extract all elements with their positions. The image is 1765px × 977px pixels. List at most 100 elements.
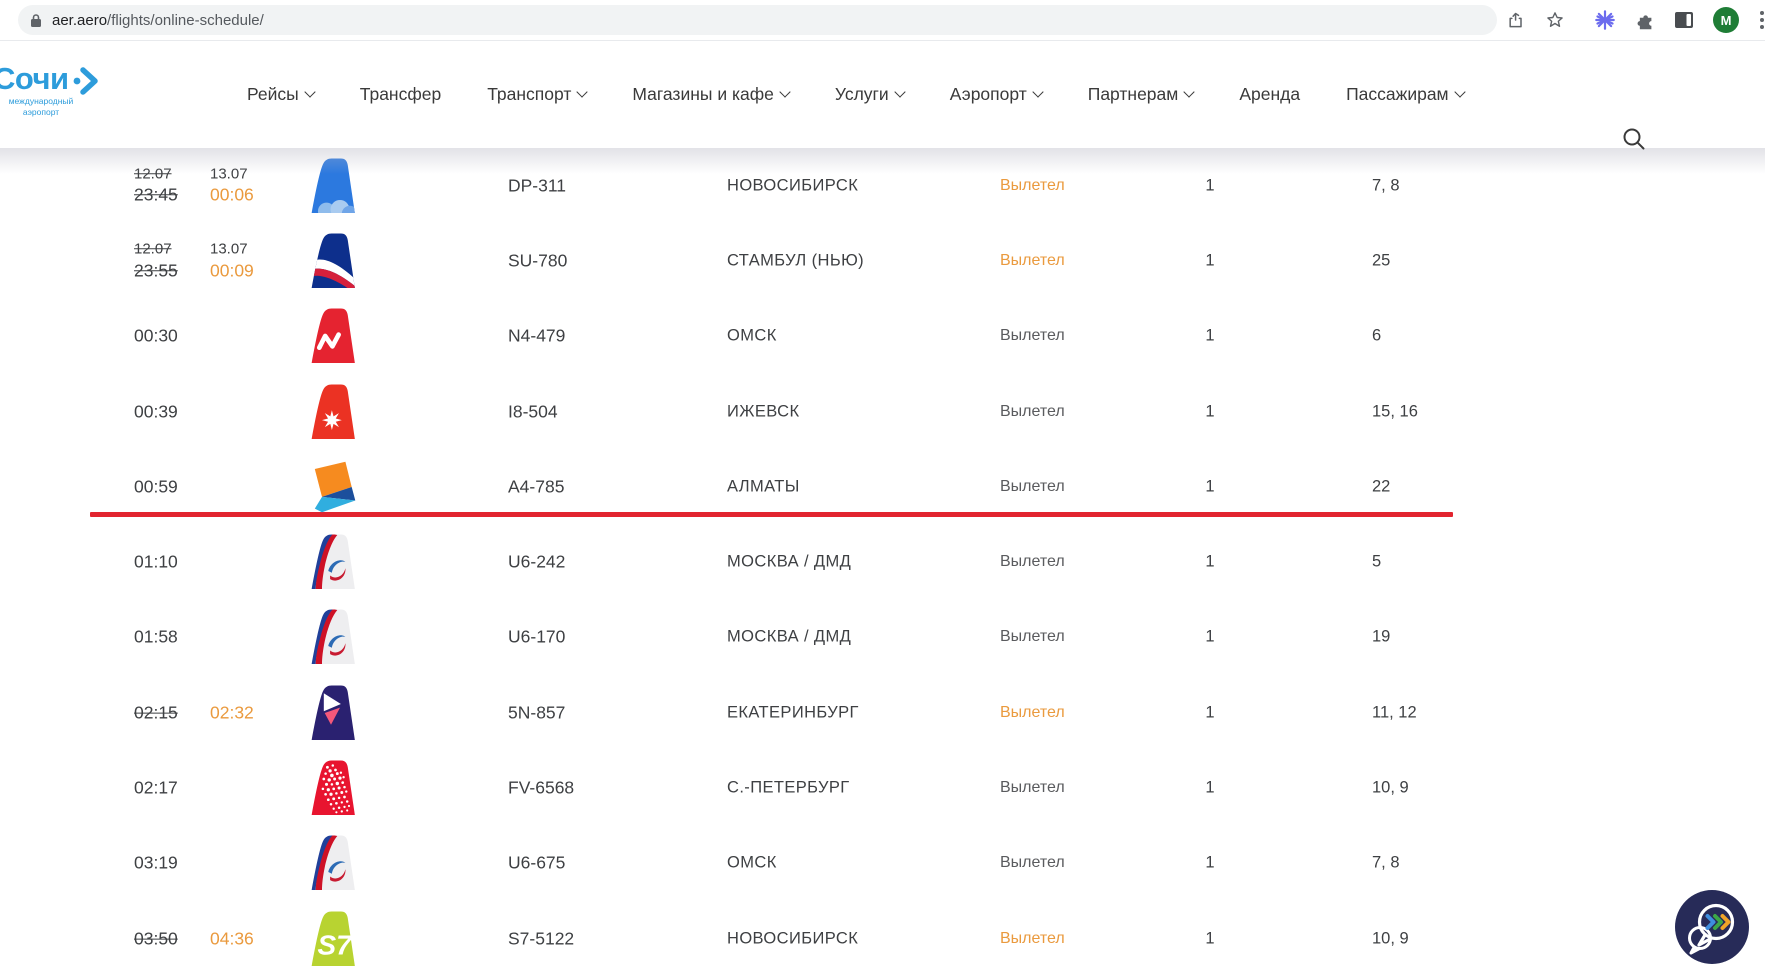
chat-bubbles-icon bbox=[1675, 890, 1749, 964]
flight-row[interactable]: 00:39 I8-504 ИЖЕВСК Вылетел 1 15, 16 bbox=[0, 374, 1765, 449]
flight-row[interactable]: 02:15 02:32 5N-857 ЕКАТЕРИНБУРГ Вылетел … bbox=[0, 675, 1765, 750]
nav-item-airport[interactable]: Аэропорт bbox=[949, 84, 1044, 105]
destination: ОМСК bbox=[727, 853, 777, 872]
flight-row[interactable]: 01:58 U6-170 МОСКВА / ДМД Вылетел 1 19 bbox=[0, 600, 1765, 675]
flight-status: Вылетел bbox=[1000, 327, 1065, 345]
search-icon[interactable] bbox=[1621, 126, 1647, 152]
flight-number: DP-311 bbox=[508, 175, 567, 196]
destination: МОСКВА / ДМД bbox=[727, 552, 852, 571]
logo-title: Сочи bbox=[0, 61, 69, 96]
chevron-down-icon bbox=[1183, 86, 1195, 98]
flight-status: Вылетел bbox=[1000, 251, 1065, 269]
avatar-letter: M bbox=[1720, 12, 1732, 28]
destination: СТАМБУЛ (НЬЮ) bbox=[727, 251, 865, 270]
pobeda-tail-icon bbox=[304, 155, 358, 217]
destination: ЕКАТЕРИНБУРГ bbox=[727, 703, 859, 722]
bookmark-star-icon[interactable] bbox=[1543, 8, 1567, 32]
extension-snowflake-icon[interactable] bbox=[1593, 8, 1617, 32]
lock-icon bbox=[31, 13, 41, 27]
scheduled-time: 03:19 bbox=[134, 852, 178, 873]
flight-row[interactable]: 00:30 N4-479 ОМСК Вылетел 1 6 bbox=[0, 299, 1765, 374]
scheduled-time: 00:30 bbox=[134, 325, 178, 346]
flight-status: Вылетел bbox=[1000, 402, 1065, 420]
scheduled-time: 01:10 bbox=[134, 551, 178, 572]
flight-row[interactable]: 03:50 04:36 S7 S7-5122 НОВОСИБИРСК Вылет… bbox=[0, 901, 1765, 976]
browser-menu-dots-icon[interactable] bbox=[1750, 8, 1765, 32]
smartavia-tail-icon bbox=[304, 682, 358, 744]
scheduled-time: 02:17 bbox=[134, 777, 178, 798]
chevron-down-icon bbox=[576, 86, 589, 98]
flight-status: Вылетел bbox=[1000, 628, 1065, 646]
nordwind-tail-icon bbox=[304, 305, 358, 367]
flight-row[interactable]: 03:19 U6-675 ОМСК Вылетел 1 7, 8 bbox=[0, 826, 1765, 901]
nav-item-partners[interactable]: Партнерам bbox=[1088, 84, 1195, 105]
chevron-down-icon bbox=[1453, 86, 1466, 98]
browser-toolbar: aer.aero/flights/online-schedule/ M bbox=[0, 0, 1765, 41]
nav-item-transfer[interactable]: Трансфер bbox=[360, 84, 441, 105]
aeroflot-tail-icon bbox=[304, 230, 358, 292]
gates: 11, 12 bbox=[1372, 703, 1417, 722]
flight-number: 5N-857 bbox=[508, 702, 566, 723]
nav-item-label: Аренда bbox=[1239, 84, 1301, 104]
share-icon[interactable] bbox=[1504, 8, 1528, 32]
gates: 5 bbox=[1372, 552, 1382, 571]
scheduled-time: 00:59 bbox=[134, 476, 178, 497]
nav-item-label: Аэропорт bbox=[949, 84, 1027, 104]
flight-row[interactable]: 12.07 23:45 13.07 00:06 DP-311 НОВОСИБИР… bbox=[0, 148, 1765, 223]
scheduled-time: 03:50 bbox=[134, 928, 178, 949]
flight-number: U6-170 bbox=[508, 626, 566, 647]
azimuth-tail-icon bbox=[304, 456, 358, 518]
terminal: 1 bbox=[1205, 627, 1215, 646]
main-nav: Рейсы Трансфер Транспорт Магазины и кафе… bbox=[247, 41, 1466, 148]
chat-widget-button[interactable] bbox=[1674, 889, 1750, 965]
terminal: 1 bbox=[1205, 326, 1215, 345]
scheduled-time: 12.07 23:55 bbox=[134, 240, 178, 280]
flight-status: Вылетел bbox=[1000, 854, 1065, 872]
site-header: Сочи международный аэропорт Рейсы Трансф… bbox=[0, 41, 1765, 150]
flight-number: S7-5122 bbox=[508, 928, 575, 949]
actual-time: 13.07 00:06 bbox=[210, 164, 254, 205]
actual-time: 02:32 bbox=[210, 702, 254, 723]
flight-row[interactable]: 12.07 23:55 13.07 00:09 SU-780 СТАМБУЛ (… bbox=[0, 223, 1765, 298]
flight-row[interactable]: 01:10 U6-242 МОСКВА / ДМД Вылетел 1 5 bbox=[0, 524, 1765, 599]
destination: НОВОСИБИРСК bbox=[727, 176, 859, 195]
nav-item-shops-cafes[interactable]: Магазины и кафе bbox=[632, 84, 791, 105]
destination: ИЖЕВСК bbox=[727, 402, 800, 421]
side-panel-icon[interactable] bbox=[1672, 8, 1696, 32]
flight-number: A4-785 bbox=[508, 476, 565, 497]
destination: ОМСК bbox=[727, 326, 777, 345]
sochi-airport-logo[interactable]: Сочи международный аэропорт bbox=[0, 61, 143, 118]
gates: 15, 16 bbox=[1372, 402, 1418, 421]
terminal: 1 bbox=[1205, 477, 1215, 496]
departures-table: 12.07 23:45 13.07 00:06 DP-311 НОВОСИБИР… bbox=[0, 148, 1765, 976]
logo-subtitle: международный аэропорт bbox=[8, 96, 74, 118]
address-bar[interactable]: aer.aero/flights/online-schedule/ bbox=[18, 5, 1497, 35]
nav-item-services[interactable]: Услуги bbox=[835, 84, 906, 105]
flight-number: N4-479 bbox=[508, 325, 566, 346]
flight-row[interactable]: 00:59 A4-785 АЛМАТЫ Вылетел 1 22 bbox=[0, 449, 1765, 524]
nav-item-passengers[interactable]: Пассажирам bbox=[1346, 84, 1466, 105]
terminal: 1 bbox=[1205, 402, 1215, 421]
flight-row[interactable]: 02:17 FV-6568 С.-ПЕТЕРБУРГ Вылетел 1 10,… bbox=[0, 750, 1765, 825]
nav-item-label: Транспорт bbox=[487, 84, 572, 104]
flight-status: Вылетел bbox=[1000, 176, 1065, 194]
gates: 10, 9 bbox=[1372, 929, 1409, 948]
scheduled-time: 12.07 23:45 bbox=[134, 164, 178, 205]
terminal: 1 bbox=[1205, 552, 1215, 571]
nav-item-rent[interactable]: Аренда bbox=[1239, 84, 1300, 105]
nav-item-flights[interactable]: Рейсы bbox=[247, 84, 316, 105]
gates: 22 bbox=[1372, 477, 1391, 496]
flight-status: Вылетел bbox=[1000, 477, 1065, 495]
nav-item-transport[interactable]: Транспорт bbox=[487, 84, 589, 105]
flight-status: Вылетел bbox=[1000, 703, 1065, 721]
logo-arrow-icon bbox=[73, 67, 98, 95]
nav-item-label: Рейсы bbox=[247, 84, 299, 104]
destination: С.-ПЕТЕРБУРГ bbox=[727, 778, 850, 797]
nav-item-label: Магазины и кафе bbox=[632, 84, 774, 104]
extensions-puzzle-icon[interactable] bbox=[1634, 8, 1658, 32]
nav-item-label: Трансфер bbox=[359, 84, 442, 104]
scheduled-time: 00:39 bbox=[134, 401, 178, 422]
chevron-down-icon bbox=[894, 86, 906, 98]
terminal: 1 bbox=[1205, 176, 1215, 195]
profile-avatar[interactable]: M bbox=[1713, 7, 1739, 33]
